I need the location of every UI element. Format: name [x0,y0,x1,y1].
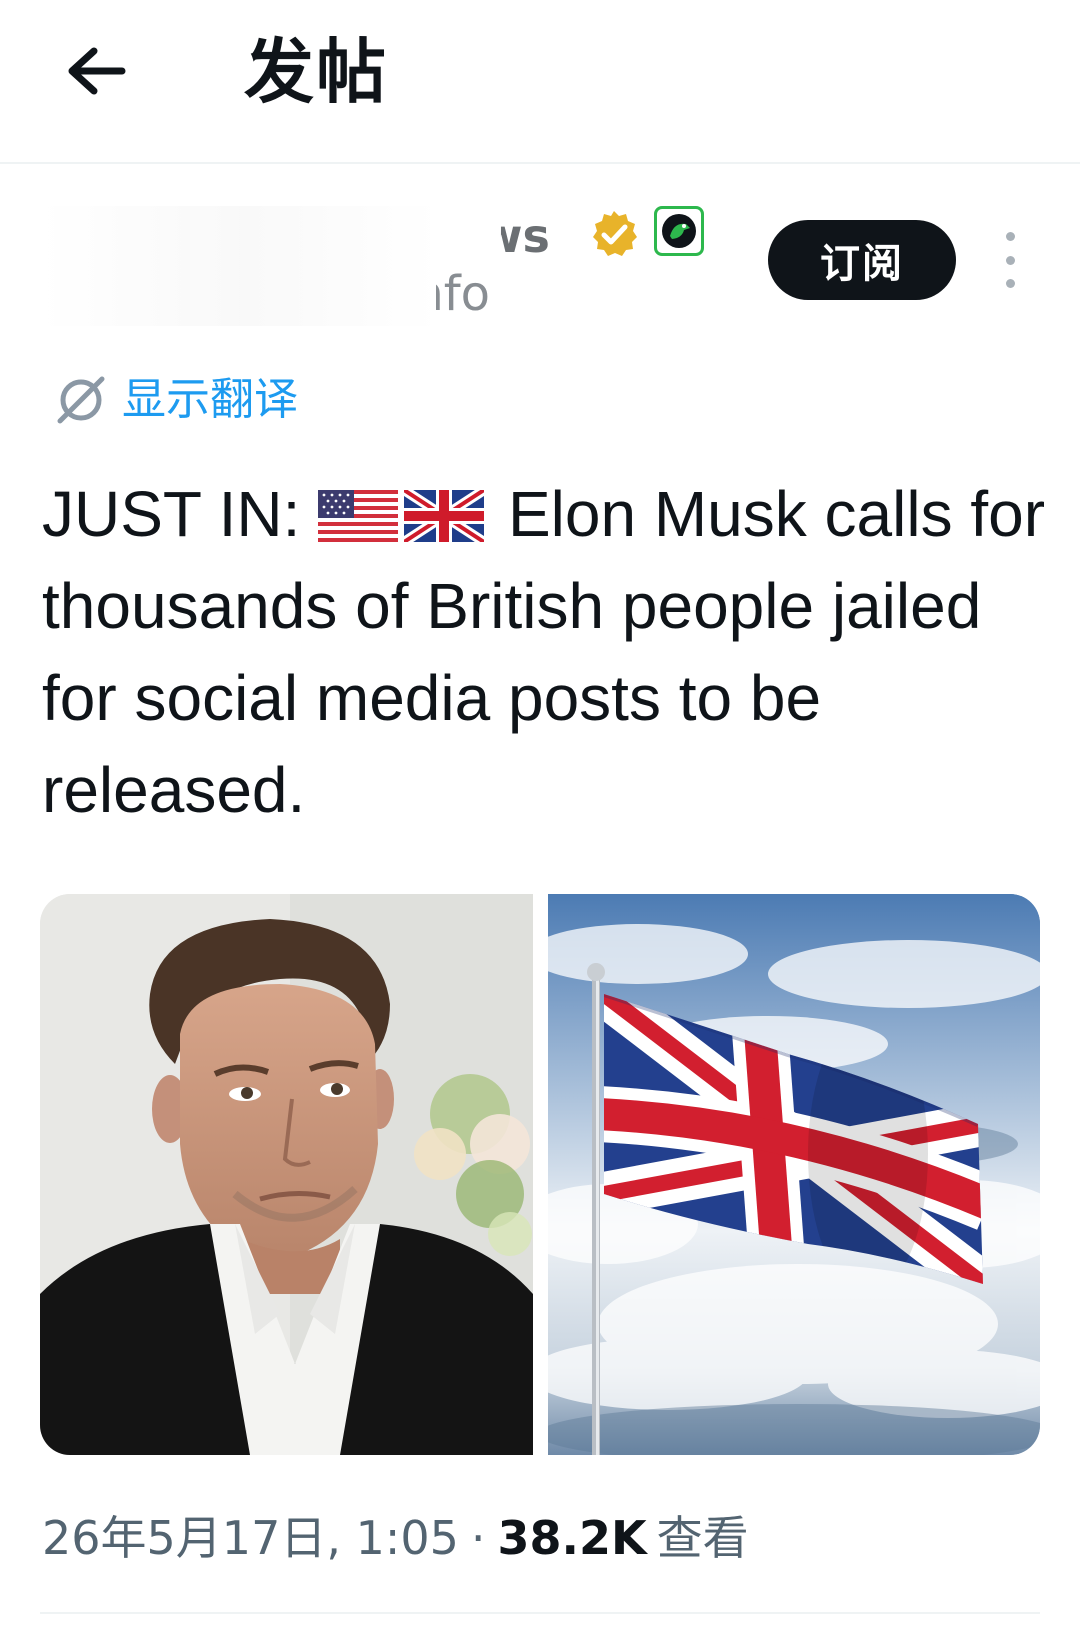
us-flag-icon [318,490,399,542]
uk-flag-icon [404,490,485,542]
author-info[interactable]: ws info [40,196,704,336]
show-translation-label[interactable]: 显示翻译 [122,374,298,426]
views-count: 38.2K [497,1511,647,1565]
divider [40,1612,1040,1614]
media-image-portrait[interactable] [40,894,533,1455]
top-bar: 发帖 [0,0,1080,164]
tweet-prefix: JUST IN: [42,478,301,550]
subscribe-button[interactable]: 订阅 [768,220,956,300]
page-title: 发帖 [244,31,388,113]
media-image-flag[interactable] [548,894,1040,1455]
post-timestamp[interactable]: 26年5月17日, 1:05 [42,1511,459,1565]
tweet-text: JUST IN: Elon Musk calls for thousands o… [42,468,1052,836]
arrow-left-icon [68,47,126,95]
verified-badge-icon[interactable] [588,208,640,260]
post-detail-page: 发帖 ws info 订阅 显示翻译 JUST IN: Elon Musk ca… [0,0,1080,1637]
show-translation-link[interactable]: 显示翻译 [54,370,298,430]
more-options-icon[interactable] [990,232,1030,288]
views-label: 查看 [656,1511,749,1565]
back-button[interactable] [56,36,136,106]
meta-separator: · [470,1511,486,1565]
elon-musk-portrait-image [40,894,533,1455]
affiliate-badge-icon[interactable] [654,206,704,256]
union-jack-flag-image [548,894,1040,1455]
post-meta: 26年5月17日, 1:05 · 38.2K 查看 [42,1508,749,1572]
globe-translate-icon [57,376,105,424]
